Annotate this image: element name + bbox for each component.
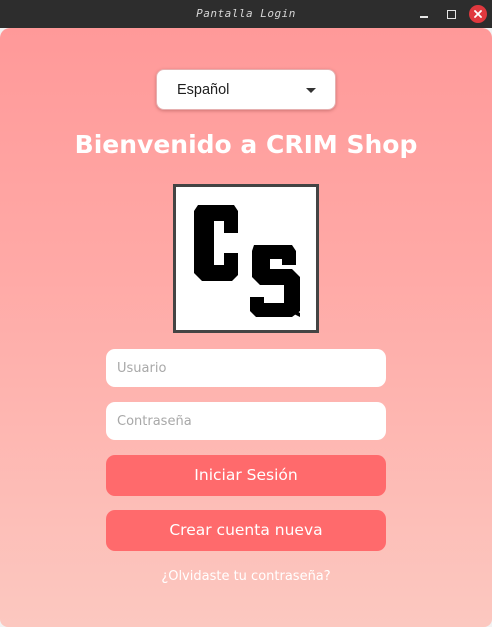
language-select-value: Español (177, 82, 230, 98)
welcome-heading: Bienvenido a CRIM Shop (74, 130, 418, 159)
language-select[interactable]: Español (156, 69, 336, 110)
logo (173, 184, 319, 333)
title-bar: Pantalla Login (0, 0, 492, 28)
forgot-password-link[interactable]: ¿Olvidaste tu contraseña? (0, 569, 492, 584)
create-account-button[interactable]: Crear cuenta nueva (106, 510, 386, 551)
maximize-button[interactable] (442, 5, 460, 23)
close-icon (474, 10, 482, 18)
maximize-icon (446, 9, 456, 19)
minimize-icon (420, 16, 428, 18)
minimize-button[interactable] (415, 5, 433, 23)
login-window: Español Bienvenido a CRIM Shop Iniciar S… (0, 28, 492, 627)
cs-logo-image (194, 205, 300, 317)
username-input[interactable] (106, 349, 386, 387)
password-input[interactable] (106, 402, 386, 440)
close-button[interactable] (469, 5, 487, 23)
login-button[interactable]: Iniciar Sesión (106, 455, 386, 496)
chevron-down-icon (306, 88, 316, 93)
